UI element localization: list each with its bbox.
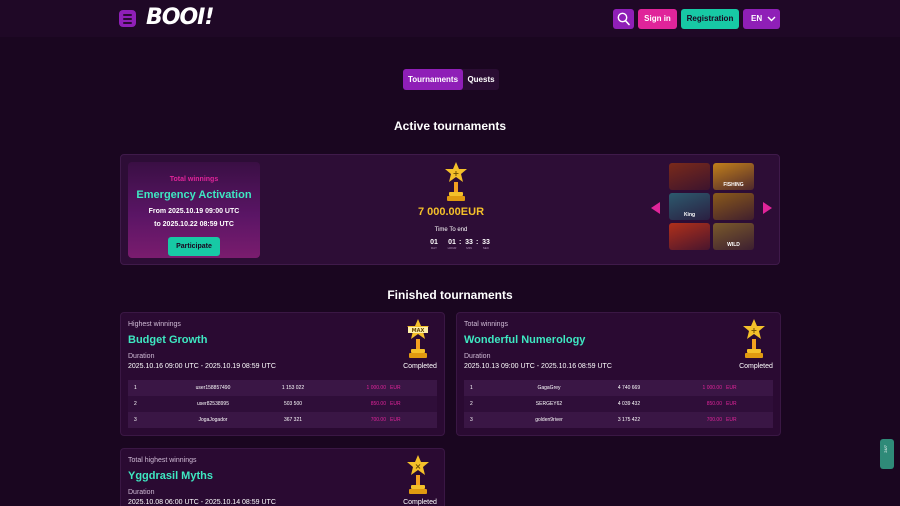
tab-quests[interactable]: Quests [463, 69, 499, 90]
menu-icon[interactable] [119, 10, 136, 27]
tab-bar: Tournaments Quests [403, 69, 499, 90]
search-icon [617, 12, 630, 26]
countdown-timer: 01 DAY 01 HOUR : 33 MIN : 33 SEC [427, 239, 490, 255]
status-badge: Completed [403, 499, 437, 506]
duration-dates: 2025.10.16 09:00 UTC - 2025.10.19 08:59 … [128, 363, 276, 370]
duration-label: Duration [464, 353, 491, 360]
timer-separator: : [459, 239, 462, 246]
game-thumbnail[interactable] [713, 193, 754, 220]
table-row: 2 user82538995 503 500 850.00 EUR [128, 396, 437, 412]
multiply-trophy-icon: × [407, 455, 429, 494]
top-header: BOOI! Sign in Registration EN [0, 0, 900, 37]
timer-days: 01 DAY [430, 239, 438, 250]
game-thumbnail[interactable]: WILD [713, 223, 754, 250]
search-button[interactable] [613, 9, 634, 29]
svg-text:MAX: MAX [412, 328, 425, 334]
duration-dates: 2025.10.13 09:00 UTC - 2025.10.16 08:59 … [464, 363, 612, 370]
leaderboard-table: 1 GagaGrey 4 740 669 1 000.00 EUR 2 SERG… [464, 380, 773, 428]
status-badge: Completed [403, 363, 437, 370]
game-thumbnail[interactable] [669, 223, 710, 250]
duration-label: Duration [128, 353, 155, 360]
svg-text:+: + [453, 169, 460, 178]
game-thumbnail[interactable] [669, 163, 710, 190]
finished-tournament-card: Total winnings Wonderful Numerology Dura… [456, 312, 781, 436]
active-tournaments-title: Active tournaments [393, 119, 507, 133]
sign-in-button[interactable]: Sign in [638, 9, 677, 29]
participate-button[interactable]: Participate [168, 237, 220, 256]
tournament-name: Wonderful Numerology [464, 334, 586, 346]
timer-hours: 01 HOUR [447, 239, 457, 250]
plus-trophy-icon: + [445, 162, 467, 201]
table-row: 1 GagaGrey 4 740 669 1 000.00 EUR [464, 380, 773, 396]
finished-tournament-card: Total highest winnings Yggdrasil Myths D… [120, 448, 445, 506]
table-row: 3 JogaJogador 367 321 700.00 EUR [128, 412, 437, 428]
tournament-type: Total winnings [464, 321, 508, 328]
tournament-type: Total highest winnings [128, 457, 197, 464]
language-selector[interactable]: EN [743, 9, 780, 29]
tab-tournaments[interactable]: Tournaments [403, 69, 463, 90]
game-thumbnail[interactable]: King [669, 193, 710, 220]
finished-tournament-card: Highest winnings Budget Growth Duration … [120, 312, 445, 436]
logo[interactable]: BOOI! [146, 5, 214, 30]
timer-seconds: 33 SEC [482, 239, 490, 250]
tournament-name: Emergency Activation [136, 189, 252, 201]
support-tab[interactable]: 24/7 [880, 439, 894, 469]
timer-minutes: 33 MIN [465, 239, 473, 250]
tournament-name: Budget Growth [128, 334, 208, 346]
svg-text:×: × [415, 462, 422, 471]
finished-tournaments-title: Finished tournaments [387, 288, 513, 302]
max-trophy-icon: MAX [407, 319, 429, 358]
duration-label: Duration [128, 489, 155, 496]
leaderboard-table: 1 user158857490 1 153 022 1 000.00 EUR 2… [128, 380, 437, 428]
timer-separator: : [476, 239, 479, 246]
status-badge: Completed [739, 363, 773, 370]
chevron-down-icon [767, 16, 776, 22]
duration-dates: 2025.10.08 06:00 UTC - 2025.10.14 08:59 … [128, 499, 276, 506]
game-thumbnail[interactable]: FISHING [713, 163, 754, 190]
winnings-label: Total winnings [169, 176, 219, 183]
language-label: EN [751, 14, 763, 23]
svg-text:+: + [751, 326, 758, 335]
registration-button[interactable]: Registration [681, 9, 739, 29]
tournament-name: Yggdrasil Myths [128, 470, 213, 482]
carousel-prev-icon[interactable] [651, 202, 661, 214]
plus-trophy-icon: + [743, 319, 765, 358]
support-label: 24/7 [883, 445, 888, 453]
table-row: 3 golden9river 3 175 422 700.00 EUR [464, 412, 773, 428]
table-row: 2 SERGEY62 4 039 432 850.00 EUR [464, 396, 773, 412]
active-tournament-card: Total winnings Emergency Activation From… [120, 154, 780, 265]
tournament-type: Highest winnings [128, 321, 181, 328]
carousel-next-icon[interactable] [762, 202, 772, 214]
table-row: 1 user158857490 1 153 022 1 000.00 EUR [128, 380, 437, 396]
